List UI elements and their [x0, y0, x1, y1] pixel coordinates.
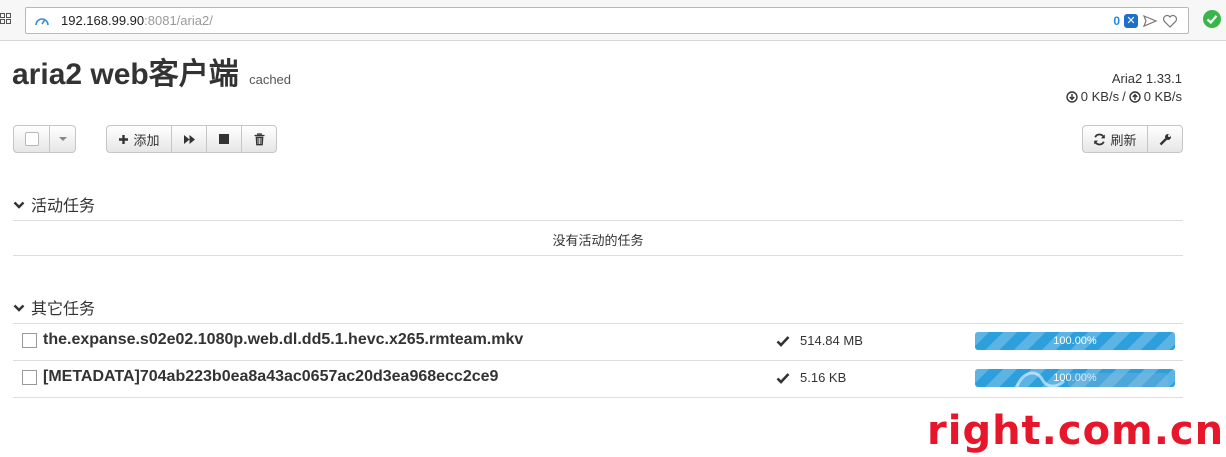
table-row[interactable]: the.expanse.s02e02.1080p.web.dl.dd5.1.he…: [13, 323, 1183, 360]
download-speed: 0 KB/s: [1080, 89, 1120, 104]
progress-label: 100.00%: [1053, 335, 1097, 347]
blocker-count: 0: [1113, 14, 1120, 28]
add-task-button[interactable]: 添加: [106, 125, 172, 153]
page-title-text: aria2 web客户端: [12, 58, 239, 91]
send-icon[interactable]: [1142, 13, 1158, 29]
refresh-label: 刷新: [1110, 132, 1137, 148]
url-path: :8081/aria2/: [144, 13, 213, 28]
plus-icon: [118, 134, 129, 145]
fast-forward-icon: [183, 134, 196, 145]
stop-button[interactable]: [206, 125, 242, 153]
chevron-down-icon: [13, 198, 25, 210]
chevron-down-icon: [13, 301, 25, 313]
caret-down-icon: [58, 137, 67, 141]
select-dropdown-button[interactable]: [49, 125, 76, 153]
task-size: 514.84 MB: [800, 333, 863, 348]
speed-summary: 0 KB/s / 0 KB/s: [1066, 89, 1182, 104]
refresh-button[interactable]: 刷新: [1082, 125, 1148, 153]
stop-icon: [219, 134, 229, 144]
address-bar[interactable]: 192.168.99.90:8081/aria2/ 0 ✕: [25, 7, 1189, 34]
apps-grid-icon[interactable]: [0, 13, 12, 25]
task-checkbox[interactable]: [22, 370, 37, 385]
active-tasks-header[interactable]: 活动任务: [13, 192, 95, 216]
add-task-label: 添加: [133, 132, 160, 148]
browser-toolbar: 192.168.99.90:8081/aria2/ 0 ✕: [0, 0, 1226, 41]
task-size: 5.16 KB: [800, 370, 847, 385]
watermark-text: right.com.cn: [927, 408, 1225, 454]
upload-speed-icon: [1129, 90, 1141, 103]
divider: [13, 397, 1183, 398]
task-name[interactable]: [METADATA]704ab223b0ea8a43ac0657ac20d3ea…: [43, 368, 498, 386]
cached-label: cached: [249, 72, 292, 87]
delete-button[interactable]: [241, 125, 277, 153]
check-circle-icon[interactable]: [1203, 10, 1221, 28]
upload-speed: 0 KB/s: [1143, 89, 1182, 104]
task-checkbox[interactable]: [22, 333, 37, 348]
no-active-tasks-text: 没有活动的任务: [552, 233, 644, 248]
download-speed-icon: [1066, 90, 1078, 103]
heart-icon[interactable]: [1162, 13, 1178, 29]
resume-button[interactable]: [171, 125, 207, 153]
divider: [13, 220, 1183, 221]
task-name[interactable]: the.expanse.s02e02.1080p.web.dl.dd5.1.he…: [43, 331, 523, 349]
check-icon: [776, 334, 790, 348]
check-icon: [776, 371, 790, 385]
trash-icon: [254, 132, 265, 146]
other-tasks-title: 其它任务: [31, 301, 96, 318]
blocker-x-icon[interactable]: ✕: [1124, 14, 1138, 28]
select-all-button[interactable]: [13, 125, 50, 153]
speed-separator: /: [1122, 89, 1126, 104]
address-text[interactable]: 192.168.99.90:8081/aria2/: [61, 13, 213, 29]
speedometer-icon: [34, 13, 50, 29]
url-host: 192.168.99.90: [61, 13, 145, 28]
page-title: aria2 web客户端 cached: [12, 58, 291, 97]
select-all-checkbox[interactable]: [24, 132, 39, 146]
other-tasks-header[interactable]: 其它任务: [13, 295, 95, 319]
active-tasks-title: 活动任务: [31, 198, 96, 215]
settings-button[interactable]: [1147, 125, 1183, 153]
address-actions: 0 ✕: [1113, 12, 1178, 30]
wrench-icon: [1159, 133, 1172, 146]
watermark-logo-icon: [1014, 371, 1168, 390]
refresh-icon: [1093, 133, 1106, 146]
divider: [13, 255, 1183, 256]
table-row[interactable]: [METADATA]704ab223b0ea8a43ac0657ac20d3ea…: [13, 360, 1183, 397]
aria2-version: Aria2 1.33.1: [1111, 71, 1182, 86]
progress-bar: 100.00%: [975, 332, 1175, 350]
